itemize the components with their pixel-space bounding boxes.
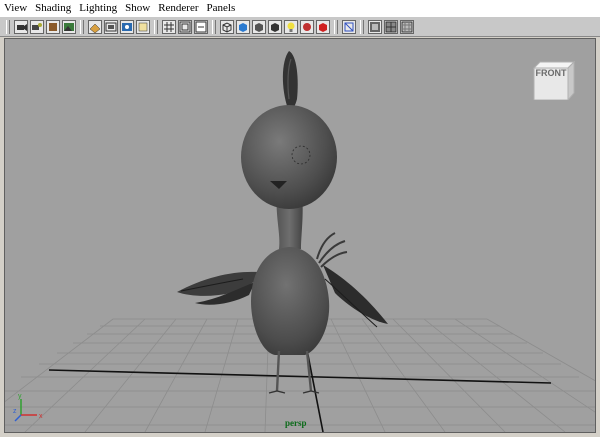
view-cube-graphic [532, 60, 576, 102]
body-mesh [251, 247, 330, 355]
gate-mask-icon[interactable] [136, 19, 150, 34]
svg-text:x: x [39, 413, 43, 420]
svg-text:z: z [13, 408, 17, 415]
menu-lighting[interactable]: Lighting [75, 0, 121, 17]
left-wing-mesh [177, 271, 257, 305]
axis-gizmo-graphic: y x z [13, 393, 43, 422]
right-wing-mesh [323, 265, 388, 328]
menu-show[interactable]: Show [121, 0, 154, 17]
grid-icon[interactable] [88, 19, 102, 34]
menu-panels[interactable]: Panels [203, 0, 240, 17]
view-cube[interactable]: FRONT [532, 60, 576, 102]
shadows-icon[interactable] [300, 19, 314, 34]
maya-viewport-window: View Shading Lighting Show Renderer Pane… [0, 0, 600, 437]
safe-title-icon[interactable] [194, 19, 208, 34]
select-camera-icon[interactable] [14, 19, 28, 34]
isolate-icon[interactable] [368, 19, 382, 34]
view-cube-front-label: FRONT [535, 68, 567, 78]
camera-attributes-icon[interactable] [30, 19, 44, 34]
smooth-shade-icon[interactable] [236, 19, 250, 34]
resolution-gate-icon[interactable] [120, 19, 134, 34]
film-gate-icon[interactable] [104, 19, 118, 34]
safe-action-icon[interactable] [178, 19, 192, 34]
character-model[interactable] [177, 51, 388, 394]
bounding-box-icon[interactable] [268, 19, 282, 34]
toolbar-separator [154, 19, 158, 34]
flat-shade-icon[interactable] [252, 19, 266, 34]
axis-gizmo: y x z [13, 391, 49, 423]
grid-axis-x-line [48, 369, 552, 384]
textured-icon[interactable] [400, 19, 414, 34]
xray-icon[interactable] [342, 19, 356, 34]
toolbar-separator [80, 19, 84, 34]
head-mesh [241, 105, 337, 209]
toolbar-separator [212, 19, 216, 34]
toolbar-separator [6, 19, 10, 34]
use-lights-icon[interactable] [284, 19, 298, 34]
bookmark-icon[interactable] [46, 19, 60, 34]
tail-feathers-mesh [316, 232, 348, 268]
panel-menubar: View Shading Lighting Show Renderer Pane… [0, 0, 600, 18]
toolbar-separator [360, 19, 364, 34]
perspective-viewport[interactable]: FRONT y x z persp [4, 38, 596, 433]
high-quality-icon[interactable] [316, 19, 330, 34]
menu-shading[interactable]: Shading [31, 0, 75, 17]
svg-text:y: y [18, 393, 22, 400]
panel-toolbar [0, 17, 600, 37]
menu-view[interactable]: View [0, 0, 31, 17]
image-plane-icon[interactable] [62, 19, 76, 34]
wireframe-icon[interactable] [220, 19, 234, 34]
wireframe-on-shaded-icon[interactable] [384, 19, 398, 34]
scene-canvas [5, 51, 595, 432]
camera-name-label: persp [285, 418, 307, 428]
toolbar-separator [334, 19, 338, 34]
field-chart-icon[interactable] [162, 19, 176, 34]
legs-mesh [275, 350, 313, 392]
menu-renderer[interactable]: Renderer [154, 0, 202, 17]
